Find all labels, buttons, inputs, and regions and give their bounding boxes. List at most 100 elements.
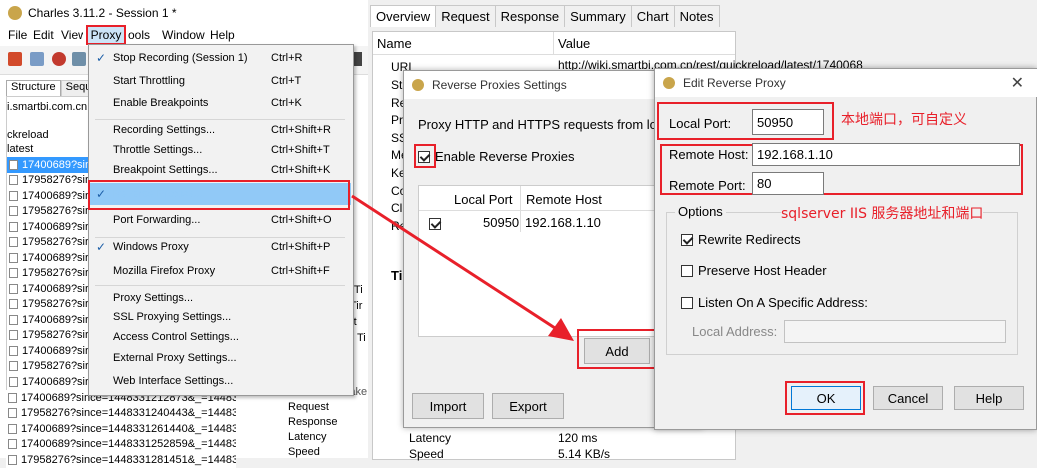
menu-item-label: Start Throttling <box>113 75 185 87</box>
request-label: 17400689?since=1448331261440&_=14483 <box>21 422 236 435</box>
enable-reverse-checkbox[interactable] <box>418 150 430 163</box>
preserve-host-checkbox[interactable] <box>681 264 693 277</box>
record-icon[interactable] <box>52 52 66 66</box>
document-icon <box>9 221 18 232</box>
reverse-description: Proxy HTTP and HTTPS requests from loc <box>418 117 664 132</box>
listen-specific-checkbox[interactable] <box>681 296 693 309</box>
row-local-port[interactable]: 50950 <box>483 215 519 230</box>
tab-summary[interactable]: Summary <box>564 5 632 27</box>
request-row[interactable]: 17958276?sir <box>7 235 92 251</box>
proxy-menu-item[interactable]: ✓ Stop Recording (Session 1) Ctrl+R <box>89 47 351 69</box>
request-row[interactable]: 17400689?since=1448331261440&_=14483 <box>6 421 236 437</box>
document-icon <box>9 283 18 294</box>
request-row[interactable]: 17400689?sir <box>7 312 92 328</box>
proxy-menu-item[interactable]: Enable Breakpoints Ctrl+K <box>89 92 351 114</box>
reverse-proxies-highlight <box>88 180 350 210</box>
row-enabled-checkbox[interactable] <box>429 217 441 230</box>
proxy-menu-item[interactable]: Throttle Settings... Ctrl+Shift+T <box>89 139 351 161</box>
request-row[interactable]: 17400689?since=1448331252859&_=14483 <box>6 437 236 453</box>
header-line <box>373 54 735 55</box>
preserve-host-row[interactable]: Preserve Host Header <box>681 263 827 278</box>
document-icon <box>8 439 17 450</box>
request-row[interactable]: 17958276?sir <box>7 359 92 375</box>
menu-item-label: Throttle Settings... <box>113 144 203 156</box>
request-row[interactable]: 17958276?sir <box>7 173 92 189</box>
pen-icon[interactable] <box>8 52 22 66</box>
close-icon[interactable]: ✕ <box>1011 73 1024 93</box>
document-icon <box>8 408 17 419</box>
request-row[interactable]: 17958276?sir <box>7 266 92 282</box>
tab-structure[interactable]: Structure <box>6 80 61 96</box>
add-button[interactable]: Add <box>584 338 650 364</box>
menu-item-shortcut: Ctrl+Shift+R <box>271 124 331 136</box>
enable-reverse-row[interactable]: Enable Reverse Proxies <box>418 149 574 164</box>
menu-help[interactable]: Help <box>210 28 235 42</box>
request-row[interactable]: 17958276?since=1448331281451&_=14483 <box>6 452 236 468</box>
folder-ckreload[interactable]: ckreload <box>7 129 92 141</box>
charles-logo-icon <box>663 77 675 89</box>
export-button[interactable]: Export <box>492 393 564 419</box>
trash-icon[interactable] <box>30 52 44 66</box>
timing-latency: Latency <box>288 431 327 443</box>
request-row[interactable]: 17958276?sir <box>7 297 92 313</box>
menu-file[interactable]: File <box>8 28 27 42</box>
charles-logo-icon <box>8 6 22 20</box>
request-row[interactable]: 17958276?sir <box>7 328 92 344</box>
request-row[interactable]: 17400689?sir <box>7 374 92 390</box>
request-row[interactable]: 17958276?since=1448331240443&_=14483 <box>6 406 236 422</box>
menu-window[interactable]: Window <box>162 28 205 42</box>
menu-edit[interactable]: Edit <box>33 28 54 42</box>
proxy-menu-item[interactable]: Access Control Settings... <box>89 326 351 348</box>
local-port-annotation: 本地端口，可自定义 <box>841 112 967 128</box>
menu-view[interactable]: View <box>61 28 83 42</box>
document-icon <box>9 330 18 341</box>
rewrite-redirects-checkbox[interactable] <box>681 233 693 246</box>
menu-item-shortcut: Ctrl+K <box>271 97 302 109</box>
rewrite-redirects-row[interactable]: Rewrite Redirects <box>681 232 801 247</box>
proxy-menu-item[interactable]: ✓ Windows Proxy Ctrl+Shift+P <box>89 236 351 258</box>
proxy-menu-item[interactable]: Breakpoint Settings... Ctrl+Shift+K <box>89 159 351 181</box>
request-row[interactable]: 17400689?sir <box>7 281 92 297</box>
folder-latest[interactable]: latest <box>7 143 92 155</box>
throttle-icon[interactable] <box>72 52 86 66</box>
edit-reverse-proxy-dialog: Edit Reverse Proxy ✕ Local Port: 50950 本… <box>654 68 1037 430</box>
proxy-menu-item[interactable]: Mozilla Firefox Proxy Ctrl+Shift+F <box>89 260 351 282</box>
proxy-menu-item[interactable]: Web Interface Settings... <box>89 370 351 392</box>
request-label: 17958276?sir <box>22 360 89 373</box>
bottom-latency-value: 120 ms <box>558 431 598 445</box>
proxy-menu-item[interactable]: Port Forwarding... Ctrl+Shift+O <box>89 209 351 231</box>
tab-notes[interactable]: Notes <box>673 5 720 27</box>
tab-request[interactable]: Request <box>435 5 496 27</box>
proxy-menu-item[interactable]: SSL Proxying Settings... <box>89 306 351 328</box>
local-address-input[interactable] <box>784 320 1006 343</box>
remote-port-input[interactable]: 80 <box>752 172 824 195</box>
request-label: 17958276?sir <box>22 329 89 342</box>
remote-host-input[interactable]: 192.168.1.10 <box>752 143 1020 166</box>
request-row[interactable]: 17958276?sir <box>7 204 92 220</box>
listen-specific-row[interactable]: Listen On A Specific Address: <box>681 295 868 310</box>
request-row[interactable]: 17400689?sir <box>7 250 92 266</box>
ok-button[interactable]: OK <box>791 386 861 410</box>
request-row[interactable]: 17400689?sin <box>7 157 92 173</box>
document-icon <box>9 252 18 263</box>
request-row[interactable]: 17400689?sir <box>7 188 92 204</box>
menu-proxy[interactable]: Proxy <box>86 25 126 45</box>
menu-tools[interactable]: ools <box>128 28 150 42</box>
local-port-input[interactable]: 50950 <box>752 109 824 135</box>
tab-response[interactable]: Response <box>494 5 566 27</box>
request-row[interactable]: 17400689?sir <box>7 219 92 235</box>
proxy-menu-item[interactable]: Recording Settings... Ctrl+Shift+R <box>89 119 351 141</box>
menu-item-label: Breakpoint Settings... <box>113 164 218 176</box>
import-button[interactable]: Import <box>412 393 484 419</box>
tab-overview[interactable]: Overview <box>370 5 437 27</box>
preserve-host-label: Preserve Host Header <box>698 263 827 278</box>
cancel-button[interactable]: Cancel <box>873 386 943 410</box>
proxy-menu-item[interactable]: External Proxy Settings... <box>89 347 351 369</box>
row-remote-host[interactable]: 192.168.1.10 <box>525 215 601 230</box>
host-node[interactable]: i.smartbi.com.cn <box>7 101 92 113</box>
proxy-menu-item[interactable]: Start Throttling Ctrl+T <box>89 70 351 92</box>
help-button[interactable]: Help <box>954 386 1024 410</box>
edit-dialog-title: Edit Reverse Proxy <box>683 76 786 90</box>
tab-chart[interactable]: Chart <box>630 5 675 27</box>
request-row[interactable]: 17400689?sir <box>7 343 92 359</box>
